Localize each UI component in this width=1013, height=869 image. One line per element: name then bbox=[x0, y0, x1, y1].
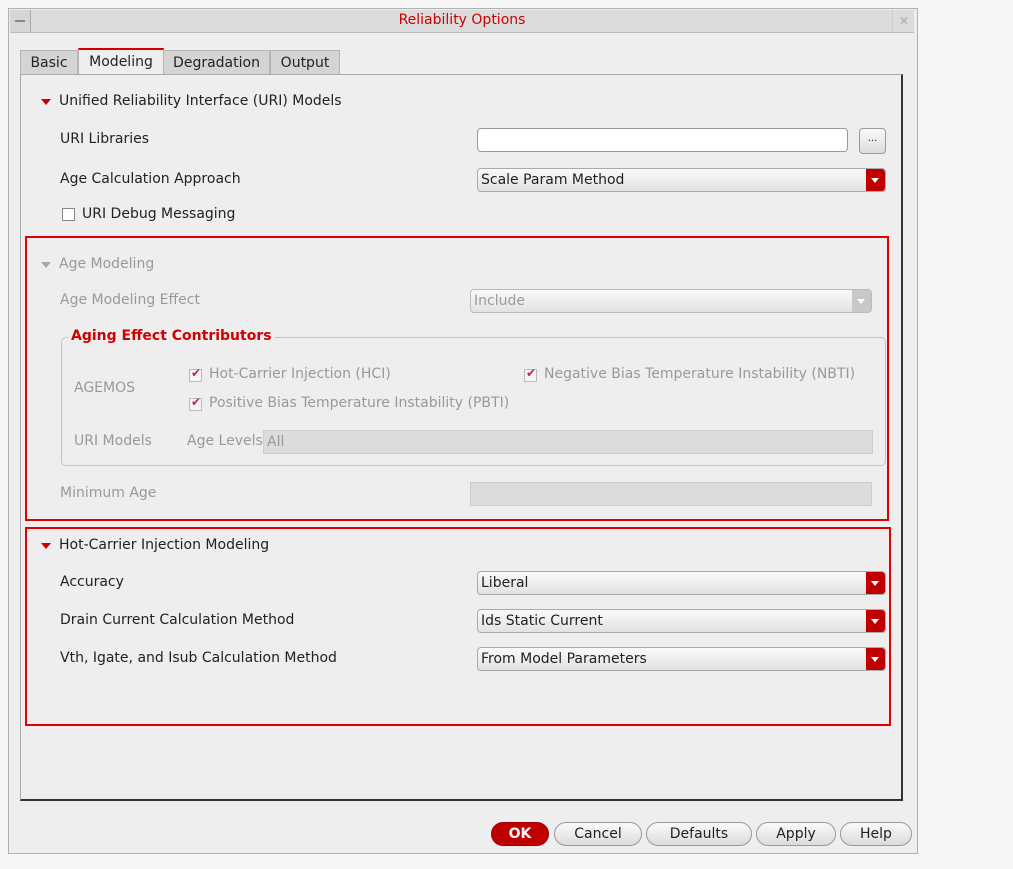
accuracy-label: Accuracy bbox=[60, 574, 124, 590]
age-calc-select[interactable]: Scale Param Method bbox=[477, 168, 886, 192]
age-effect-select[interactable]: Include bbox=[470, 289, 872, 313]
tab-output[interactable]: Output bbox=[270, 50, 340, 75]
hci-section-title: Hot-Carrier Injection Modeling bbox=[59, 537, 270, 553]
collapse-triangle-icon[interactable] bbox=[41, 99, 51, 105]
collapse-triangle-icon[interactable] bbox=[41, 543, 51, 549]
agemos-label: AGEMOS bbox=[74, 380, 136, 396]
drain-current-label: Drain Current Calculation Method bbox=[60, 612, 295, 628]
dropdown-arrow-icon bbox=[866, 572, 885, 594]
tab-basic[interactable]: Basic bbox=[20, 50, 78, 75]
drain-current-value: Ids Static Current bbox=[481, 613, 603, 629]
dropdown-arrow-icon bbox=[866, 169, 885, 191]
pbti-label: Positive Bias Temperature Instability (P… bbox=[209, 395, 510, 411]
age-calc-value: Scale Param Method bbox=[481, 172, 625, 188]
age-effect-value: Include bbox=[474, 293, 525, 309]
age-calc-label: Age Calculation Approach bbox=[60, 171, 241, 187]
uri-debug-checkbox[interactable] bbox=[62, 208, 75, 221]
dropdown-arrow-icon bbox=[866, 610, 885, 632]
minimize-icon[interactable] bbox=[10, 10, 31, 32]
defaults-button[interactable]: Defaults bbox=[646, 822, 752, 846]
accuracy-select[interactable]: Liberal bbox=[477, 571, 886, 595]
vth-method-value: From Model Parameters bbox=[481, 651, 647, 667]
tab-degradation[interactable]: Degradation bbox=[163, 50, 270, 75]
dropdown-arrow-icon bbox=[852, 290, 871, 312]
apply-button[interactable]: Apply bbox=[756, 822, 836, 846]
hci-label: Hot-Carrier Injection (HCI) bbox=[209, 366, 391, 382]
browse-button[interactable]: ... bbox=[859, 128, 886, 154]
dropdown-arrow-icon bbox=[866, 648, 885, 670]
uri-libraries-input[interactable] bbox=[477, 128, 848, 152]
ok-button[interactable]: OK bbox=[491, 822, 549, 846]
uri-libraries-label: URI Libraries bbox=[60, 131, 150, 147]
uri-models-label: URI Models bbox=[74, 433, 152, 449]
min-age-label: Minimum Age bbox=[60, 485, 157, 501]
age-effect-label: Age Modeling Effect bbox=[60, 292, 200, 308]
tab-modeling[interactable]: Modeling bbox=[78, 48, 164, 77]
help-button[interactable]: Help bbox=[840, 822, 912, 846]
collapse-triangle-icon[interactable] bbox=[41, 262, 51, 268]
close-icon[interactable]: ✕ bbox=[892, 10, 915, 32]
uri-debug-label: URI Debug Messaging bbox=[82, 206, 236, 222]
nbti-checkbox[interactable] bbox=[524, 366, 537, 382]
cancel-button[interactable]: Cancel bbox=[554, 822, 642, 846]
age-section-title: Age Modeling bbox=[59, 256, 155, 272]
pbti-checkbox[interactable] bbox=[189, 395, 202, 411]
drain-current-select[interactable]: Ids Static Current bbox=[477, 609, 886, 633]
age-levels-label: Age Levels bbox=[187, 433, 263, 449]
min-age-input[interactable] bbox=[470, 482, 872, 506]
vth-method-select[interactable]: From Model Parameters bbox=[477, 647, 886, 671]
age-levels-input[interactable]: All bbox=[263, 430, 873, 454]
uri-section-title: Unified Reliability Interface (URI) Mode… bbox=[59, 93, 342, 109]
vth-method-label: Vth, Igate, and Isub Calculation Method bbox=[60, 650, 337, 666]
accuracy-value: Liberal bbox=[481, 575, 529, 591]
nbti-label: Negative Bias Temperature Instability (N… bbox=[544, 366, 856, 382]
aging-contributors-title: Aging Effect Contributors bbox=[68, 328, 275, 344]
window-title: Reliability Options bbox=[398, 12, 526, 28]
hci-checkbox[interactable] bbox=[189, 366, 202, 382]
title-bar: Reliability Options bbox=[10, 10, 914, 33]
